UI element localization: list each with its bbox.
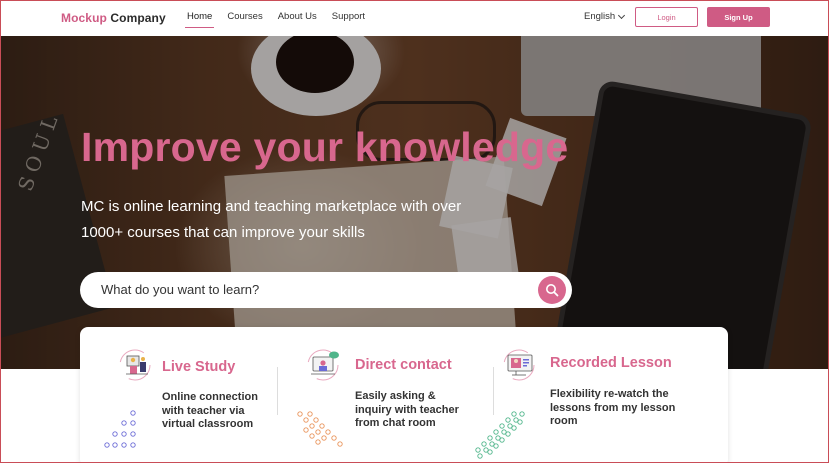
feature-desc-line: lessons from my lesson [550, 401, 676, 414]
recorded-lesson-icon [503, 349, 535, 381]
brand-name-rest: Company [106, 11, 166, 25]
live-study-icon [119, 349, 151, 381]
hero-subtitle: MC is online learning and teaching marke… [81, 194, 551, 246]
login-button[interactable]: Login [635, 7, 698, 27]
top-navbar: Mockup Company Home Courses About Us Sup… [1, 1, 828, 36]
feature-desc-line: with teacher via [162, 404, 245, 417]
feature-desc-line: room [550, 415, 578, 427]
feature-desc-line: Easily asking & [355, 390, 436, 402]
feature-desc-recorded-lesson: Flexibility re-watch the lessons from my… [550, 388, 710, 429]
main-nav: Home Courses About Us Support [184, 11, 380, 28]
nav-item-about-us[interactable]: About Us [278, 11, 317, 25]
feature-title-live-study: Live Study [162, 359, 236, 375]
feature-desc-line: virtual classroom [162, 418, 254, 430]
chevron-down-icon [618, 11, 626, 19]
hero-title: Improve your knowledge [81, 124, 569, 170]
features-card: Live Study Online connection with teache… [80, 327, 728, 462]
search-bar[interactable]: What do you want to learn? [80, 272, 572, 308]
page-frame: Mockup Company Home Courses About Us Sup… [0, 0, 829, 463]
nav-item-home[interactable]: Home [184, 11, 215, 28]
direct-contact-icon [307, 349, 339, 381]
hero-subtitle-line: 1000+ courses that can improve your skil… [81, 224, 365, 241]
decorative-dots-icon [475, 411, 525, 459]
brand-name-accent: Mockup [61, 11, 107, 25]
nav-item-support[interactable]: Support [332, 11, 365, 25]
language-selector[interactable]: English [584, 11, 626, 22]
hero-section: SOUL Improve your knowledge MC is online… [1, 36, 828, 369]
signup-button[interactable]: Sign Up [707, 7, 770, 27]
search-button[interactable] [538, 276, 566, 304]
feature-desc-live-study: Online connection with teacher via virtu… [162, 391, 282, 432]
feature-title-recorded-lesson: Recorded Lesson [550, 355, 672, 371]
decorative-dots-icon [297, 411, 343, 447]
feature-divider [493, 367, 494, 415]
decorative-dots-icon [104, 410, 136, 448]
search-input[interactable]: What do you want to learn? [101, 282, 259, 297]
nav-item-courses[interactable]: Courses [227, 11, 262, 25]
hero-subtitle-line: MC is online learning and teaching marke… [81, 198, 462, 215]
feature-desc-line: Flexibility re-watch the [550, 388, 669, 400]
feature-divider [277, 367, 278, 415]
brand-logo[interactable]: Mockup Company [61, 11, 166, 25]
feature-desc-line: Online connection [162, 391, 258, 403]
feature-title-direct-contact: Direct contact [355, 357, 452, 373]
language-label: English [584, 11, 616, 22]
search-icon [546, 284, 559, 297]
